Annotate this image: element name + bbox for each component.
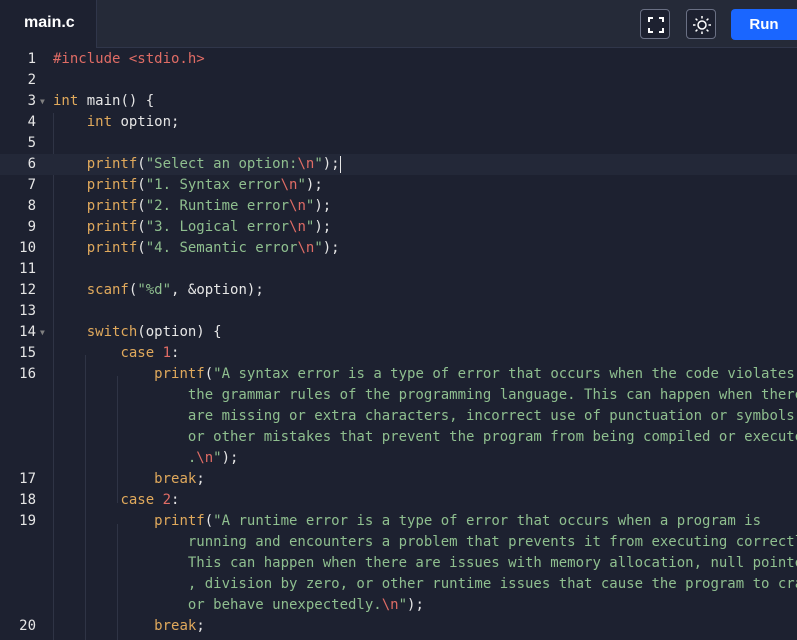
line-number: 10 (19, 240, 36, 256)
code-text: switch(option) { (86, 324, 222, 340)
code-line: 14 ▼ switch(option) { (0, 322, 797, 343)
code-text: #include <stdio.h> (53, 51, 205, 67)
line-number: 17 (19, 471, 36, 487)
theme-toggle-button[interactable] (686, 9, 716, 39)
code-line: 5 (0, 133, 797, 154)
code-text: int main() { (53, 93, 155, 109)
line-number: 3 (27, 93, 36, 109)
code-line: 11 (0, 259, 797, 280)
line-number: 18 (19, 492, 36, 508)
line-number: 13 (19, 303, 36, 319)
code-text: case 1: (120, 345, 180, 361)
code-line: 13 (0, 301, 797, 322)
code-text: printf("3. Logical error\n"); (86, 219, 332, 235)
code-line: 10 printf("4. Semantic error\n"); (0, 238, 797, 259)
code-line: 1 #include <stdio.h> (0, 49, 797, 70)
code-text: printf("4. Semantic error\n"); (86, 240, 340, 256)
code-line: 15 case 1: (0, 343, 797, 364)
code-text: printf("Select an option:\n"); (86, 155, 341, 173)
line-number: 12 (19, 282, 36, 298)
line-number: 14 (19, 324, 36, 340)
code-line: 12 scanf("%d", &option); (0, 280, 797, 301)
fullscreen-button[interactable] (640, 9, 670, 39)
line-number: 4 (27, 114, 36, 130)
line-number: 16 (19, 366, 36, 382)
run-button[interactable]: Run (731, 9, 797, 40)
code-line: 18 case 2: (0, 490, 797, 511)
code-line: 3 ▼ int main() { (0, 91, 797, 112)
line-number: 15 (19, 345, 36, 361)
code-text: printf("A syntax error is a type of erro… (53, 366, 797, 466)
code-line: 20 break; (0, 616, 797, 637)
code-text: scanf("%d", &option); (86, 282, 264, 298)
code-line: 4 int option; (0, 112, 797, 133)
code-text: break; (154, 471, 205, 487)
text-cursor (339, 155, 341, 173)
line-number: 11 (19, 261, 36, 277)
code-line: 7 printf("1. Syntax error\n"); (0, 175, 797, 196)
code-line: 16 printf("A syntax error is a type of e… (0, 364, 797, 469)
code-line: 19 printf("A runtime error is a type of … (0, 511, 797, 616)
line-number: 19 (19, 513, 36, 529)
fold-chevron-icon[interactable]: ▼ (40, 91, 45, 112)
line-number: 1 (27, 51, 36, 67)
fold-chevron-icon[interactable]: ▼ (40, 322, 45, 343)
sun-icon (693, 16, 711, 34)
line-number: 2 (27, 72, 36, 88)
line-number: 20 (19, 618, 36, 634)
code-line: 8 printf("2. Runtime error\n"); (0, 196, 797, 217)
code-text: printf("2. Runtime error\n"); (86, 198, 332, 214)
code-text: printf("1. Syntax error\n"); (86, 177, 323, 193)
line-number: 8 (27, 198, 36, 214)
active-code-line: 6 printf("Select an option:\n"); (0, 154, 797, 175)
line-number: 7 (27, 177, 36, 193)
line-number: 9 (27, 219, 36, 235)
code-text: break; (154, 618, 205, 634)
code-text: printf("A runtime error is a type of err… (53, 513, 797, 613)
tab-main-c[interactable]: main.c (0, 0, 97, 48)
code-editor[interactable]: 1 #include <stdio.h> 2 3 ▼ int main() { … (0, 49, 797, 640)
editor-toolbar: main.c Run (0, 0, 797, 48)
code-line: 2 (0, 70, 797, 91)
line-number: 6 (27, 156, 36, 172)
code-text: case 2: (120, 492, 180, 508)
tab-label: main.c (24, 14, 75, 31)
code-text: int option; (86, 114, 180, 130)
code-line: 17 break; (0, 469, 797, 490)
line-number: 5 (27, 135, 36, 151)
code-line: 9 printf("3. Logical error\n"); (0, 217, 797, 238)
fullscreen-icon (648, 17, 664, 33)
